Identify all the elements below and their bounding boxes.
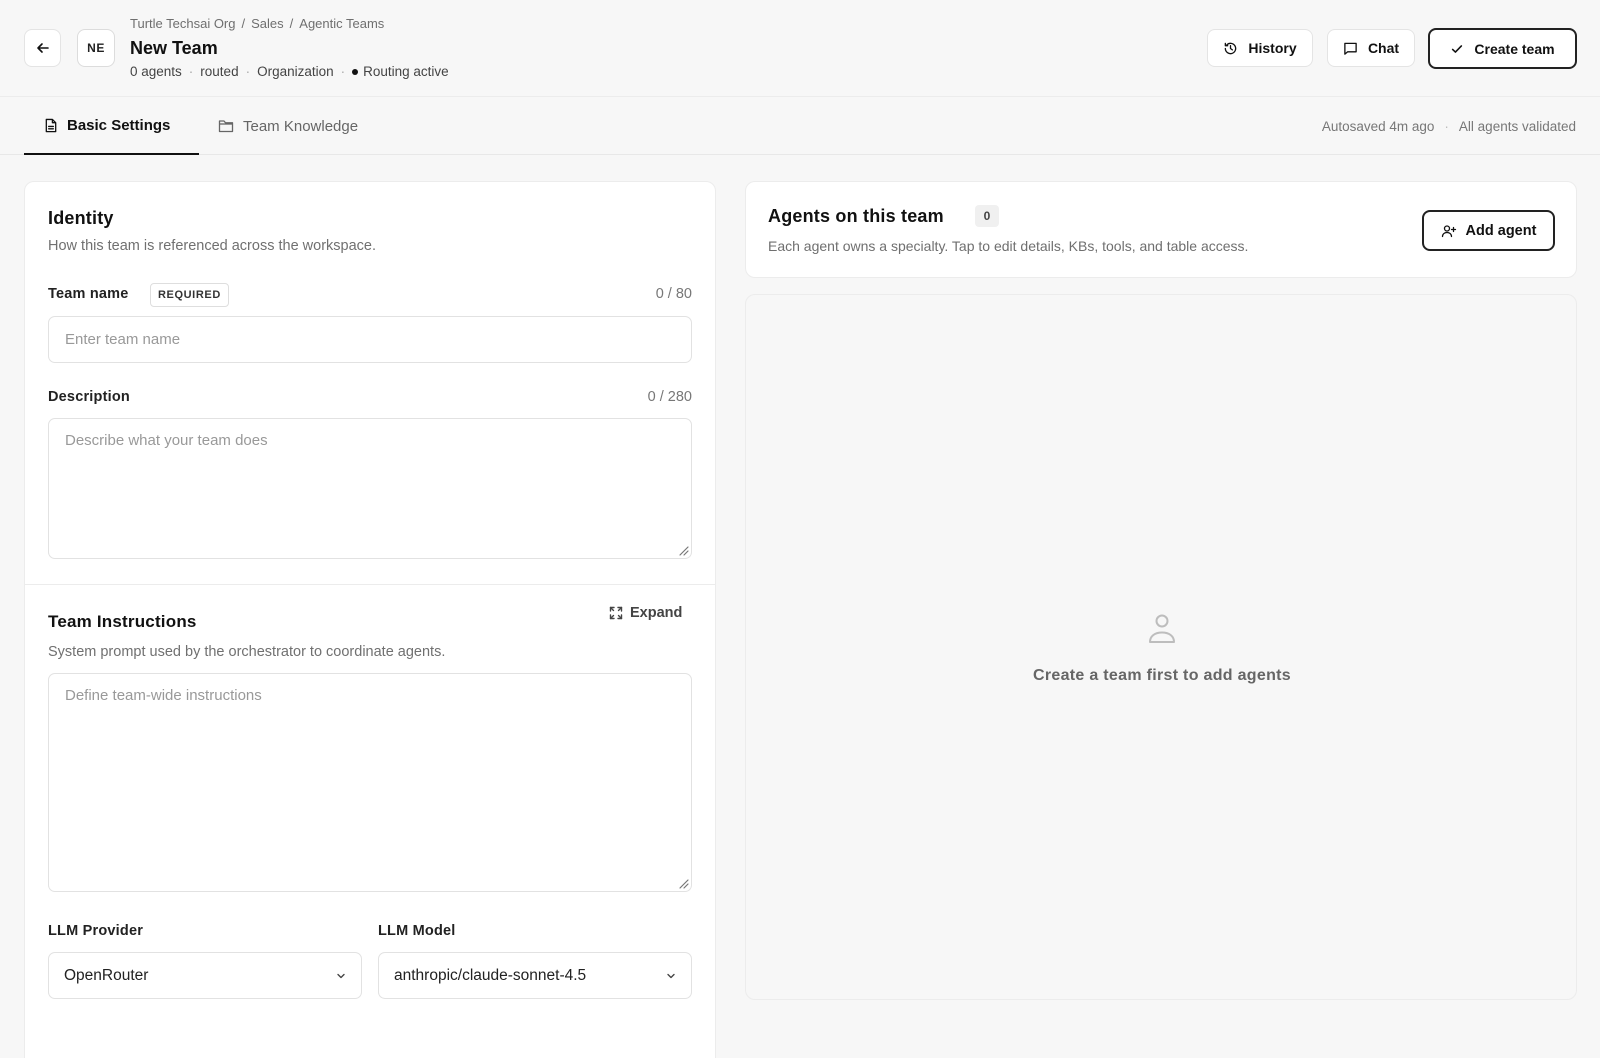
history-label: History [1248, 40, 1297, 56]
agent-count-meta: 0 agents [130, 64, 182, 79]
user-plus-icon [1441, 224, 1457, 238]
settings-card: Identity How this team is referenced acr… [24, 181, 716, 1058]
meta-separator: · [340, 64, 346, 79]
tab-bar: Basic Settings Team Knowledge Autosaved … [0, 97, 1600, 155]
folder-icon [218, 119, 234, 133]
tab-team-knowledge-label: Team Knowledge [243, 117, 359, 135]
instructions-subtitle: System prompt used by the orchestrator t… [48, 644, 446, 660]
instructions-title: Team Instructions [48, 612, 197, 631]
breadcrumb-item-sales[interactable]: Sales [251, 16, 284, 31]
breadcrumb-separator: / [289, 16, 294, 31]
llm-provider-value: OpenRouter [64, 966, 149, 984]
agents-subtitle: Each agent owns a specialty. Tap to edit… [768, 238, 1249, 254]
document-icon [44, 118, 58, 133]
tab-team-knowledge[interactable]: Team Knowledge [218, 97, 358, 155]
status-separator: · [1444, 118, 1449, 134]
llm-model-value: anthropic/claude-sonnet-4.5 [394, 966, 587, 984]
page-title: New Team [130, 38, 218, 58]
description-label: Description [48, 389, 130, 405]
agents-empty-state: Create a team first to add agents [745, 294, 1577, 1000]
team-meta: 0 agents · routed · Organization · Routi… [130, 64, 449, 79]
tab-basic-settings-label: Basic Settings [67, 116, 171, 134]
page-header: NE Turtle Techsai Org / Sales / Agentic … [0, 0, 1600, 97]
team-avatar: NE [77, 29, 115, 67]
validation-status: All agents validated [1458, 118, 1576, 134]
team-scope-meta: Organization [257, 64, 334, 79]
breadcrumb-item-agentic-teams[interactable]: Agentic Teams [299, 16, 384, 31]
required-badge: REQUIRED [150, 283, 229, 307]
identity-title: Identity [48, 208, 114, 228]
agents-header-card: Agents on this team 0 Each agent owns a … [745, 181, 1577, 278]
save-status: Autosaved 4m ago · All agents validated [1322, 97, 1576, 155]
agents-title: Agents on this team [768, 206, 944, 226]
identity-subtitle: How this team is referenced across the w… [48, 238, 376, 254]
breadcrumb-separator: / [241, 16, 246, 31]
history-button[interactable]: History [1207, 29, 1313, 67]
status-dot [352, 68, 359, 75]
user-icon [1145, 611, 1179, 645]
breadcrumb-item-org[interactable]: Turtle Techsai Org [130, 16, 236, 31]
autosave-status: Autosaved 4m ago [1321, 118, 1435, 134]
arrow-left-icon [35, 40, 51, 56]
chevron-down-icon [665, 970, 677, 982]
breadcrumb: Turtle Techsai Org / Sales / Agentic Tea… [130, 16, 384, 31]
team-name-counter: 0 / 80 [655, 286, 692, 302]
team-mode-meta: routed [200, 64, 239, 79]
team-name-label: Team name [48, 286, 129, 302]
section-divider [25, 584, 715, 585]
expand-button[interactable]: Expand [609, 605, 682, 621]
team-name-input[interactable]: Enter team name [48, 316, 692, 363]
llm-provider-label: LLM Provider [48, 923, 144, 939]
add-agent-button[interactable]: Add agent [1422, 210, 1555, 251]
create-team-label: Create team [1474, 40, 1555, 57]
routing-status-meta: Routing active [363, 64, 449, 79]
check-icon [1450, 42, 1464, 56]
expand-label: Expand [630, 605, 683, 621]
expand-icon [609, 606, 623, 620]
instructions-placeholder: Define team-wide instructions [65, 687, 262, 704]
llm-provider-select[interactable]: OpenRouter [48, 952, 362, 999]
add-agent-label: Add agent [1465, 222, 1537, 239]
history-icon [1223, 41, 1238, 56]
llm-model-label: LLM Model [378, 923, 456, 939]
chat-label: Chat [1367, 40, 1400, 56]
meta-separator: · [188, 64, 194, 79]
chevron-down-icon [335, 970, 347, 982]
meta-separator: · [245, 64, 251, 79]
chat-button[interactable]: Chat [1327, 29, 1415, 67]
description-placeholder: Describe what your team does [65, 432, 268, 449]
back-button[interactable] [24, 29, 61, 67]
description-textarea[interactable]: Describe what your team does [48, 418, 692, 559]
resize-grip-icon[interactable] [677, 877, 689, 889]
agent-count-badge: 0 [975, 205, 999, 227]
llm-model-select[interactable]: anthropic/claude-sonnet-4.5 [378, 952, 692, 999]
empty-state-message: Create a team first to add agents [1033, 667, 1291, 684]
instructions-textarea[interactable]: Define team-wide instructions [48, 673, 692, 892]
chat-bubble-icon [1343, 41, 1358, 56]
tab-basic-settings[interactable]: Basic Settings [24, 97, 199, 155]
resize-grip-icon[interactable] [677, 544, 689, 556]
description-counter: 0 / 280 [647, 389, 692, 405]
create-team-button[interactable]: Create team [1428, 28, 1577, 69]
